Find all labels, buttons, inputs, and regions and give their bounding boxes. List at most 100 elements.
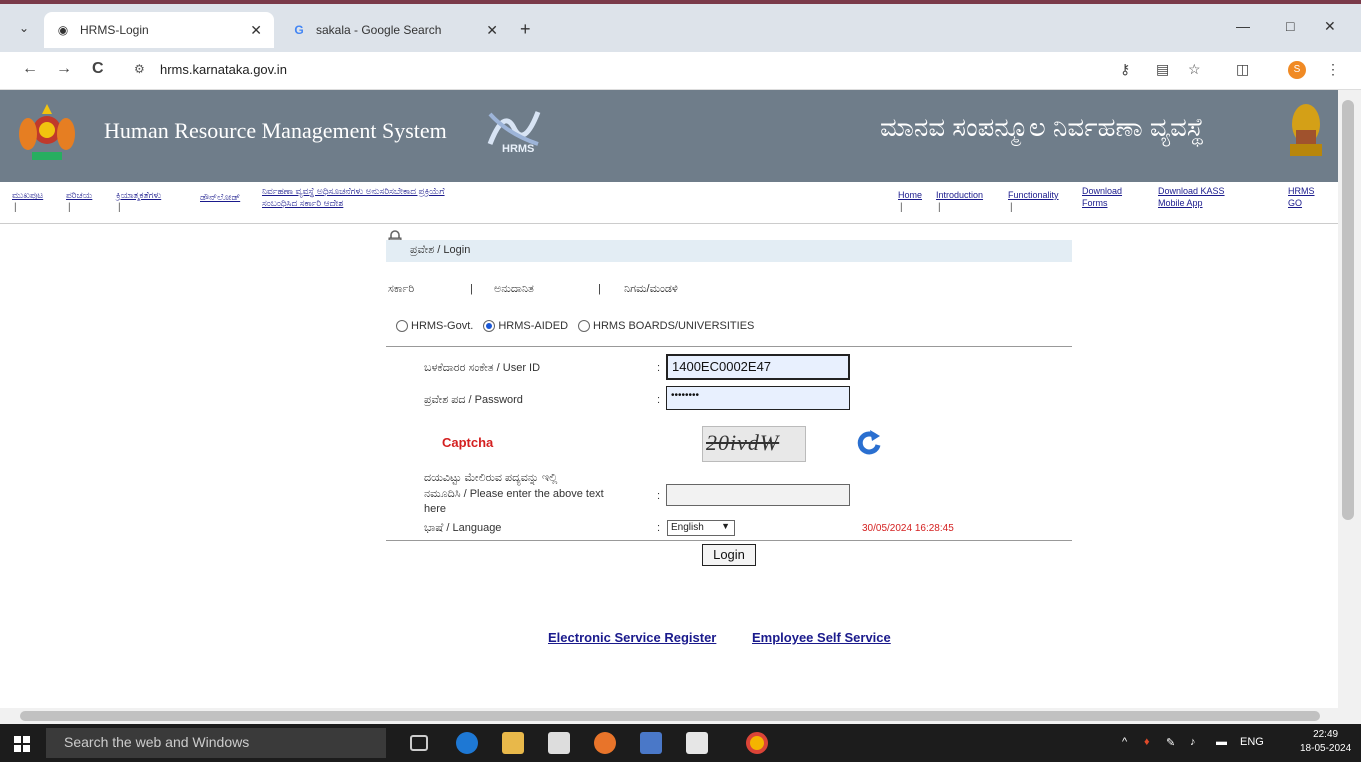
tab-hrms-login[interactable]: ◉ HRMS-Login ✕ <box>44 12 274 48</box>
extensions-icon[interactable]: ◫ <box>1236 61 1249 78</box>
divider <box>386 346 1072 347</box>
scrollbar-thumb[interactable] <box>20 711 1320 721</box>
menu-notice-link[interactable]: ನಿರ್ವಹಣಾ ವ್ಯವಸ್ಥೆ ಅಧಿಸೂಚನೆಗಳು ಅನುಸರಿಸಬೇಕ… <box>262 186 445 197</box>
language-indicator[interactable]: ENG <box>1240 736 1264 748</box>
menu-download-forms-line2[interactable]: Forms <box>1082 198 1108 208</box>
radio-hrms-boards[interactable] <box>578 320 591 332</box>
chevron-down-icon: ▼ <box>721 521 730 531</box>
password-label: ಪ್ರವೇಶ ಪದ / Password <box>424 394 523 406</box>
windows-taskbar: Search the web and Windows ^ ♦ ✎ ♪ ▬ ENG… <box>0 724 1361 762</box>
hrms-logo-icon: HRMS <box>487 111 541 154</box>
scrollbar-thumb[interactable] <box>1342 100 1354 520</box>
captcha-input[interactable] <box>666 484 850 506</box>
category-aided: ಅನುದಾನಿತ <box>494 283 534 295</box>
menu-download-forms[interactable]: Download <box>1082 186 1122 196</box>
radio-hrms-aided[interactable] <box>483 320 496 332</box>
clock-time: 22:49 <box>1313 729 1339 740</box>
maximize-button[interactable]: □ <box>1286 18 1294 34</box>
menu-hrms-go-line2[interactable]: GO <box>1288 198 1302 208</box>
menu-home-kn[interactable]: ಮುಖಪುಟ <box>12 190 43 201</box>
login-header-bar <box>386 240 1072 262</box>
national-emblem-icon <box>1290 104 1322 156</box>
user-id-label: ಬಳಕೆದಾರರ ಸಂಕೇತ / User ID <box>424 362 541 374</box>
taskbar-clock[interactable]: 22:49 18-05-2024 <box>1300 728 1351 756</box>
tray-app-icon[interactable]: ♦ <box>1144 736 1150 748</box>
password-input[interactable]: •••••••• <box>666 386 850 410</box>
login-header-text: ಪ್ರವೇಶ / Login <box>410 244 471 256</box>
captcha-entry-label-1: ದಯವಿಟ್ಟು ಮೇಲಿರುವ ಪದ್ಯವನ್ನು ಇಲ್ಲಿ <box>424 472 558 484</box>
chrome-icon[interactable] <box>746 732 768 754</box>
store-icon[interactable] <box>548 732 570 754</box>
tab-google-search[interactable]: G sakala - Google Search ✕ <box>280 12 510 48</box>
horizontal-scrollbar[interactable] <box>0 708 1361 724</box>
menu-functionality-kn[interactable]: ಕ್ರಿಯಾತ್ಮಕತೆಗಳು <box>116 190 161 201</box>
captcha-entry-label-2: ನಮೂದಿಸಿ / Please enter the above text <box>424 488 604 500</box>
pen-icon[interactable]: ✎ <box>1166 736 1175 749</box>
menu-download-kass[interactable]: Download KASS <box>1158 186 1225 196</box>
user-id-input[interactable]: 1400EC0002E47 <box>666 354 850 380</box>
employee-self-service-link[interactable]: Employee Self Service <box>752 630 891 645</box>
radio-label: HRMS BOARDS/UNIVERSITIES <box>593 320 755 332</box>
new-tab-button[interactable]: + <box>520 19 531 40</box>
captcha-text: 20ivdW <box>706 430 780 455</box>
taskbar-search-box[interactable]: Search the web and Windows <box>46 728 386 758</box>
menu-hrms-go[interactable]: HRMS <box>1288 186 1315 196</box>
radio-hrms-govt[interactable] <box>396 320 408 332</box>
url-field[interactable]: hrms.karnataka.gov.in <box>160 62 287 77</box>
tab-search-chevron-icon[interactable]: ⌄ <box>14 18 34 38</box>
divider <box>386 540 1072 541</box>
refresh-captcha-icon[interactable] <box>856 428 882 456</box>
menu-home[interactable]: Home <box>898 190 922 200</box>
firefox-icon[interactable] <box>594 732 616 754</box>
radio-label: HRMS-AIDED <box>498 320 569 332</box>
tray-chevron-up-icon[interactable]: ^ <box>1122 736 1127 748</box>
close-window-button[interactable]: ✕ <box>1324 18 1336 35</box>
radio-label: HRMS-Govt. <box>411 320 474 332</box>
task-view-icon[interactable] <box>410 735 428 751</box>
translate-icon[interactable]: ▤ <box>1156 61 1169 78</box>
header-banner: Human Resource Management System HRMS ಮಾ… <box>0 90 1338 182</box>
close-tab-icon[interactable]: ✕ <box>486 22 498 39</box>
bookmark-star-icon[interactable]: ☆ <box>1188 61 1201 78</box>
captcha-label: Captcha <box>442 435 494 450</box>
category-separator: | <box>598 283 601 295</box>
language-selected: English <box>671 522 704 533</box>
category-boards: ನಿಗಮ/ಮಂಡಳಿ <box>624 283 678 295</box>
language-select[interactable]: English ▼ <box>667 520 735 536</box>
browser-tab-bar: ⌄ ◉ HRMS-Login ✕ G sakala - Google Searc… <box>0 0 1361 52</box>
svg-text:HRMS: HRMS <box>502 143 534 154</box>
category-separator: | <box>470 283 473 295</box>
document-app-icon[interactable] <box>686 732 708 754</box>
edge-browser-icon[interactable] <box>456 732 478 754</box>
electronic-service-register-link[interactable]: Electronic Service Register <box>548 630 716 645</box>
forward-button[interactable]: → <box>56 60 72 78</box>
site-title: Human Resource Management System <box>104 118 447 143</box>
app-icon[interactable] <box>640 732 662 754</box>
captcha-entry-label-3: here <box>424 503 447 515</box>
menu-download-kass-line2[interactable]: Mobile App <box>1158 198 1203 208</box>
volume-icon[interactable]: ♪ <box>1190 736 1196 748</box>
server-datetime: 30/05/2024 16:28:45 <box>862 523 954 534</box>
site-title-kannada: ಮಾನವ ಸಂಪನ್ಮೂಲ ನಿರ್ವಹಣಾ ವ್ಯವಸ್ಥೆ <box>880 112 1205 142</box>
back-button[interactable]: ← <box>22 60 38 78</box>
password-key-icon[interactable]: ⚷ <box>1120 61 1130 78</box>
site-info-icon[interactable]: ⚙ <box>134 62 145 76</box>
profile-avatar[interactable]: S <box>1288 61 1306 79</box>
menu-notice-link-line2[interactable]: ಸಂಬಂಧಿಸಿದ ಸರ್ಕಾರಿ ಆದೇಶ <box>262 198 343 209</box>
page-content: Human Resource Management System HRMS ಮಾ… <box>0 90 1338 708</box>
menu-kebab-icon[interactable]: ⋮ <box>1326 61 1340 78</box>
menu-download-kn[interactable]: ಡೌನ್‌ಲೋಡ್ <box>200 192 240 203</box>
minimize-button[interactable]: — <box>1236 18 1250 34</box>
category-govt: ಸರ್ಕಾರಿ <box>388 283 415 295</box>
vertical-scrollbar[interactable] <box>1338 90 1361 708</box>
tab-title: HRMS-Login <box>80 23 149 37</box>
menu-introduction[interactable]: Introduction <box>936 190 983 200</box>
notifications-icon[interactable]: ▬ <box>1216 736 1227 748</box>
windows-start-icon[interactable] <box>14 736 30 752</box>
menu-functionality[interactable]: Functionality <box>1008 190 1059 200</box>
login-button[interactable]: Login <box>702 544 756 566</box>
menu-intro-kn[interactable]: ಪರಿಚಯ <box>66 190 92 201</box>
reload-button[interactable]: C <box>92 60 104 78</box>
file-explorer-icon[interactable] <box>502 732 524 754</box>
close-tab-icon[interactable]: ✕ <box>250 22 262 39</box>
